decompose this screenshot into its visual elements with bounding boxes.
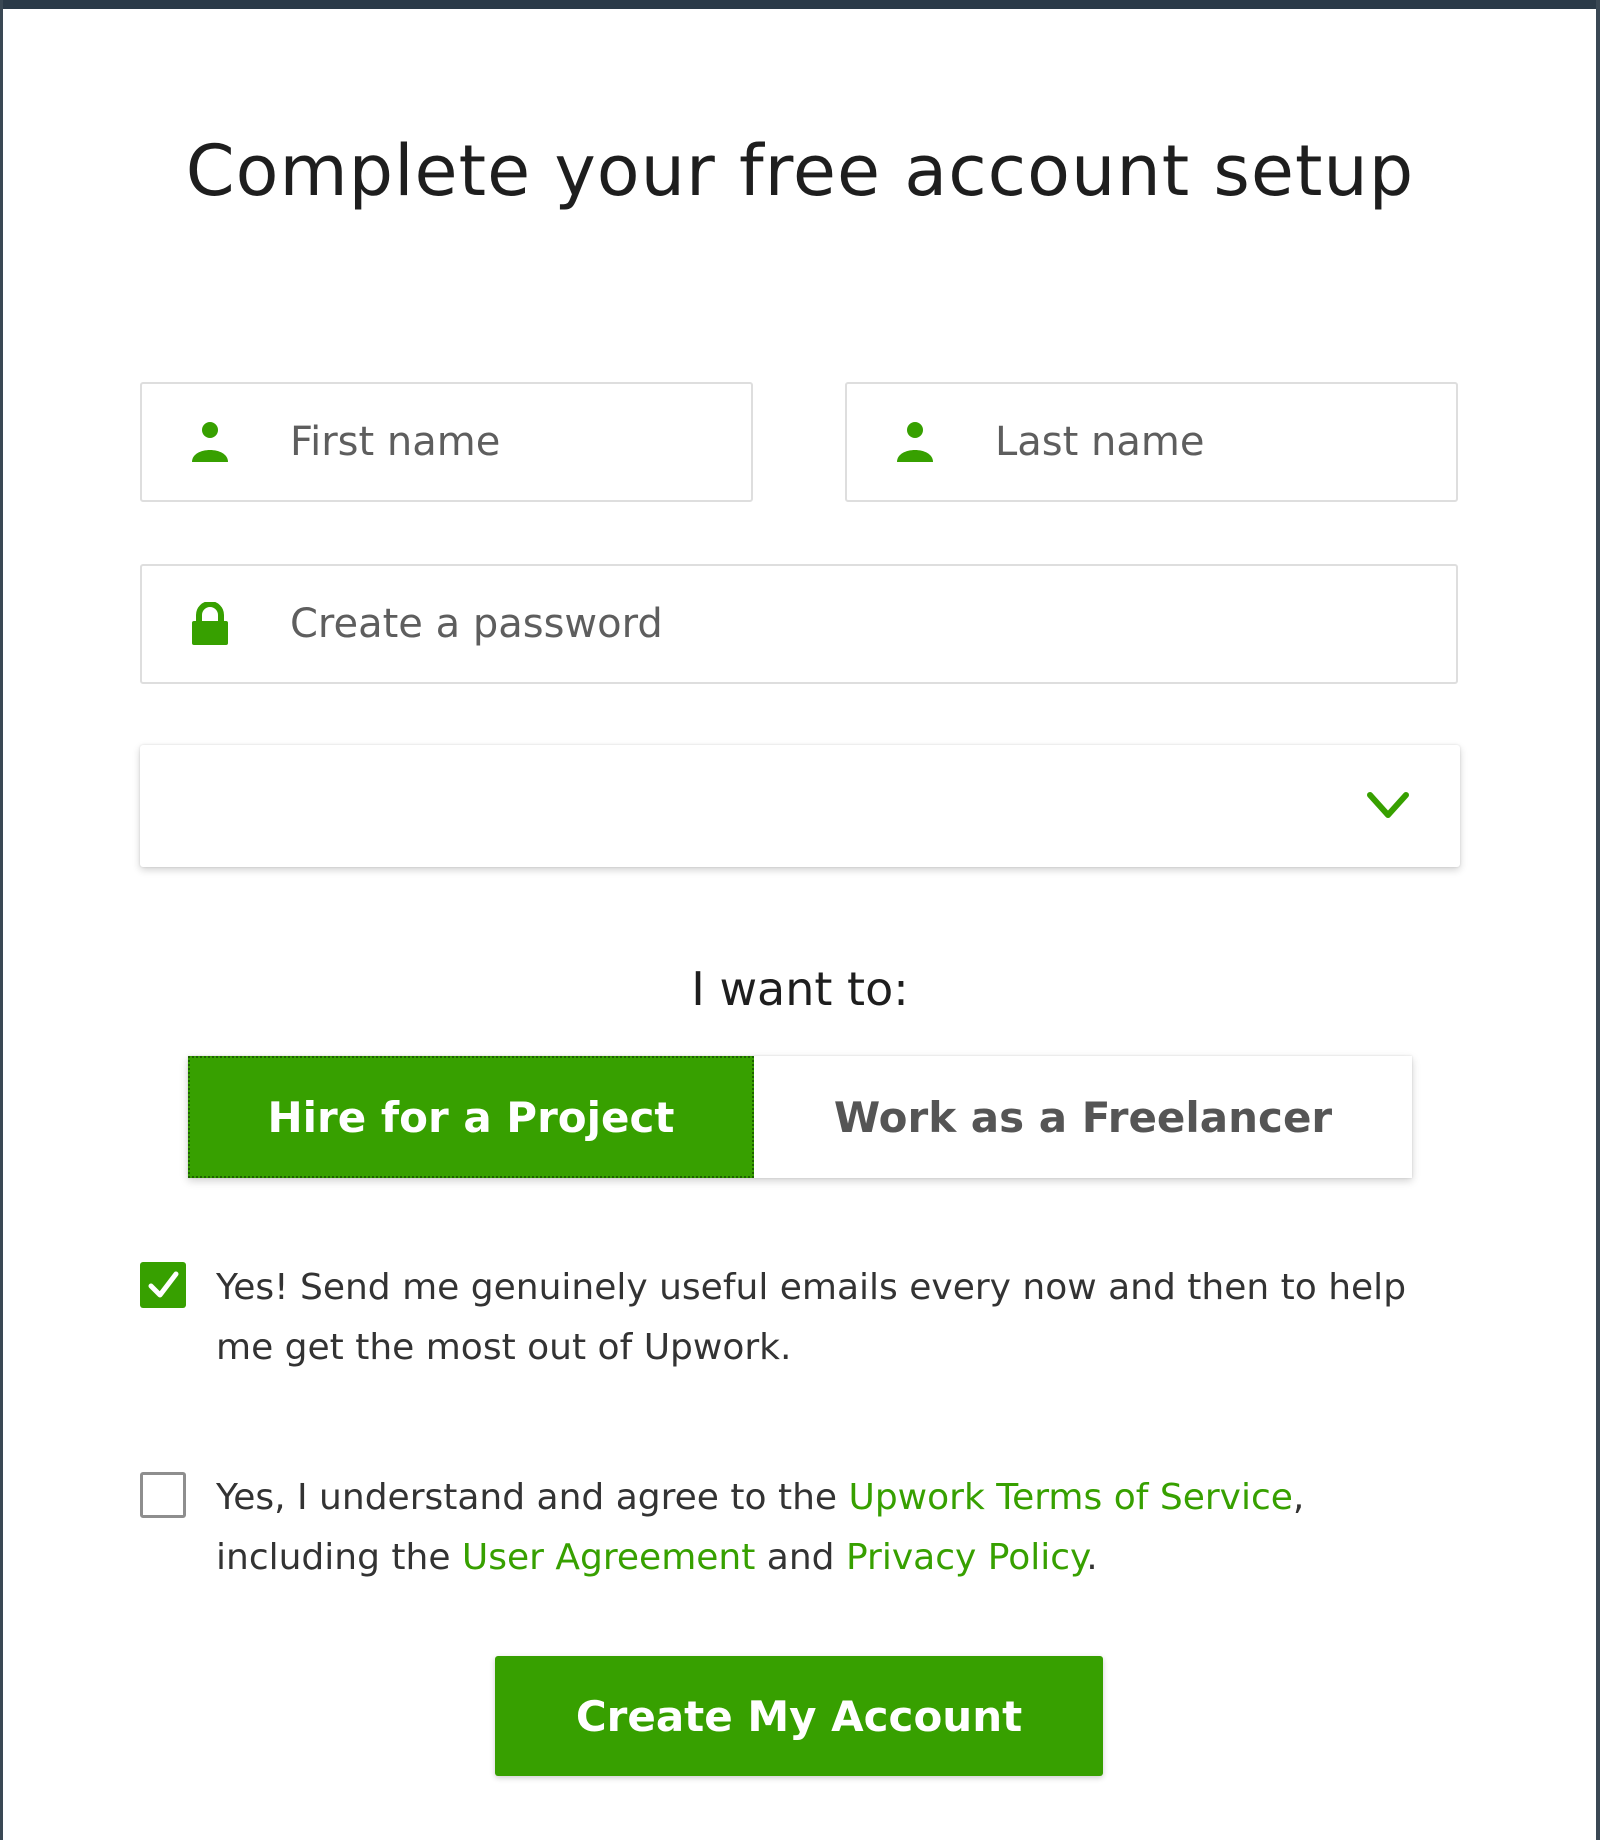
terms-prefix: Yes, I understand and agree to the bbox=[216, 1477, 849, 1518]
freelancer-option-button[interactable]: Work as a Freelancer bbox=[754, 1056, 1412, 1178]
last-name-input[interactable] bbox=[995, 384, 1446, 500]
lock-icon bbox=[192, 602, 228, 645]
user-icon bbox=[192, 422, 228, 462]
user-agreement-link[interactable]: User Agreement bbox=[462, 1537, 755, 1578]
terms-consent-text: Yes, I understand and agree to the Upwor… bbox=[216, 1468, 1436, 1588]
chevron-down-icon[interactable] bbox=[1366, 789, 1410, 821]
privacy-policy-link[interactable]: Privacy Policy bbox=[846, 1537, 1086, 1578]
emails-consent-text: Yes! Send me genuinely useful emails eve… bbox=[216, 1267, 1407, 1368]
terms-suffix: . bbox=[1086, 1537, 1098, 1578]
page-title: Complete your free account setup bbox=[185, 130, 1415, 212]
role-toggle[interactable]: Hire for a Project Work as a Freelancer bbox=[188, 1056, 1412, 1178]
emails-consent-row: Yes! Send me genuinely useful emails eve… bbox=[140, 1262, 1440, 1382]
terms-checkbox[interactable] bbox=[140, 1472, 186, 1518]
first-name-input[interactable] bbox=[290, 384, 741, 500]
terms-consent-row: Yes, I understand and agree to the Upwor… bbox=[140, 1472, 1440, 1592]
last-name-field[interactable] bbox=[845, 382, 1458, 502]
hire-option-button[interactable]: Hire for a Project bbox=[188, 1056, 754, 1178]
checkmark-icon bbox=[148, 1271, 179, 1298]
password-input[interactable] bbox=[290, 566, 1446, 682]
window-frame-right bbox=[1596, 0, 1600, 1840]
role-label: I want to: bbox=[691, 962, 909, 1016]
first-name-field[interactable] bbox=[140, 382, 753, 502]
window-frame-left bbox=[0, 0, 3, 1840]
emails-checkbox[interactable] bbox=[140, 1262, 186, 1308]
country-select[interactable] bbox=[140, 745, 1460, 867]
user-icon bbox=[897, 422, 933, 462]
create-account-button[interactable]: Create My Account bbox=[495, 1656, 1103, 1776]
terms-of-service-link[interactable]: Upwork Terms of Service bbox=[848, 1477, 1292, 1518]
password-field[interactable] bbox=[140, 564, 1458, 684]
terms-and-text: and bbox=[755, 1537, 846, 1578]
window-top-bar bbox=[0, 0, 1600, 9]
